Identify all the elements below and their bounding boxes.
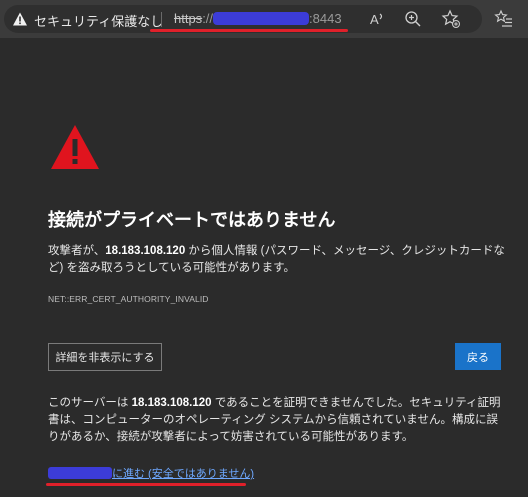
url-scheme: https — [174, 11, 203, 26]
explain-host: 18.183.108.120 — [131, 397, 212, 409]
browser-window: セキュリティ保護なし https:// :8443 A 接続がプライベートではあり… — [0, 0, 528, 497]
add-favorite-icon[interactable] — [441, 9, 461, 29]
security-status-label[interactable]: セキュリティ保護なし — [34, 11, 163, 30]
warning-icon — [51, 125, 99, 169]
redacted-host — [213, 12, 310, 25]
hide-details-button[interactable]: 詳細を非表示にする — [48, 343, 162, 371]
error-page: 接続がプライベートではありません 攻撃者が、18.183.108.120 から個… — [0, 38, 528, 497]
error-code[interactable]: NET::ERR_CERT_AUTHORITY_INVALID — [48, 294, 209, 304]
address-divider — [161, 12, 162, 27]
url-port: :8443 — [309, 11, 342, 26]
url-annotation-underline — [150, 29, 348, 32]
explain-before: このサーバーは — [48, 397, 132, 409]
proceed-unsafe-link[interactable]: に進む (安全ではありません) — [48, 465, 254, 481]
page-title: 接続がプライベートではありません — [48, 210, 336, 230]
desc-before: 攻撃者が、 — [48, 245, 106, 257]
read-aloud-icon[interactable]: A — [367, 9, 387, 29]
svg-text:A: A — [370, 12, 379, 27]
desc-host: 18.183.108.120 — [105, 245, 186, 257]
browser-toolbar: セキュリティ保護なし https:// :8443 A — [0, 0, 528, 38]
url-text[interactable]: https:// :8443 — [174, 11, 342, 26]
attack-description: 攻撃者が、18.183.108.120 から個人情報 (パスワード、メッセージ、… — [48, 243, 508, 277]
proceed-annotation-underline — [46, 483, 246, 486]
zoom-icon[interactable] — [403, 9, 423, 29]
warning-triangle-icon[interactable] — [12, 11, 28, 27]
favorites-icon[interactable] — [494, 9, 514, 29]
proceed-link-label: に進む (安全ではありません) — [112, 468, 255, 480]
url-separator: :// — [202, 11, 214, 26]
redacted-host-link — [48, 467, 112, 479]
certificate-explanation: このサーバーは 18.183.108.120 であることを証明できませんでした。… — [48, 395, 508, 446]
back-button[interactable]: 戻る — [455, 343, 501, 370]
